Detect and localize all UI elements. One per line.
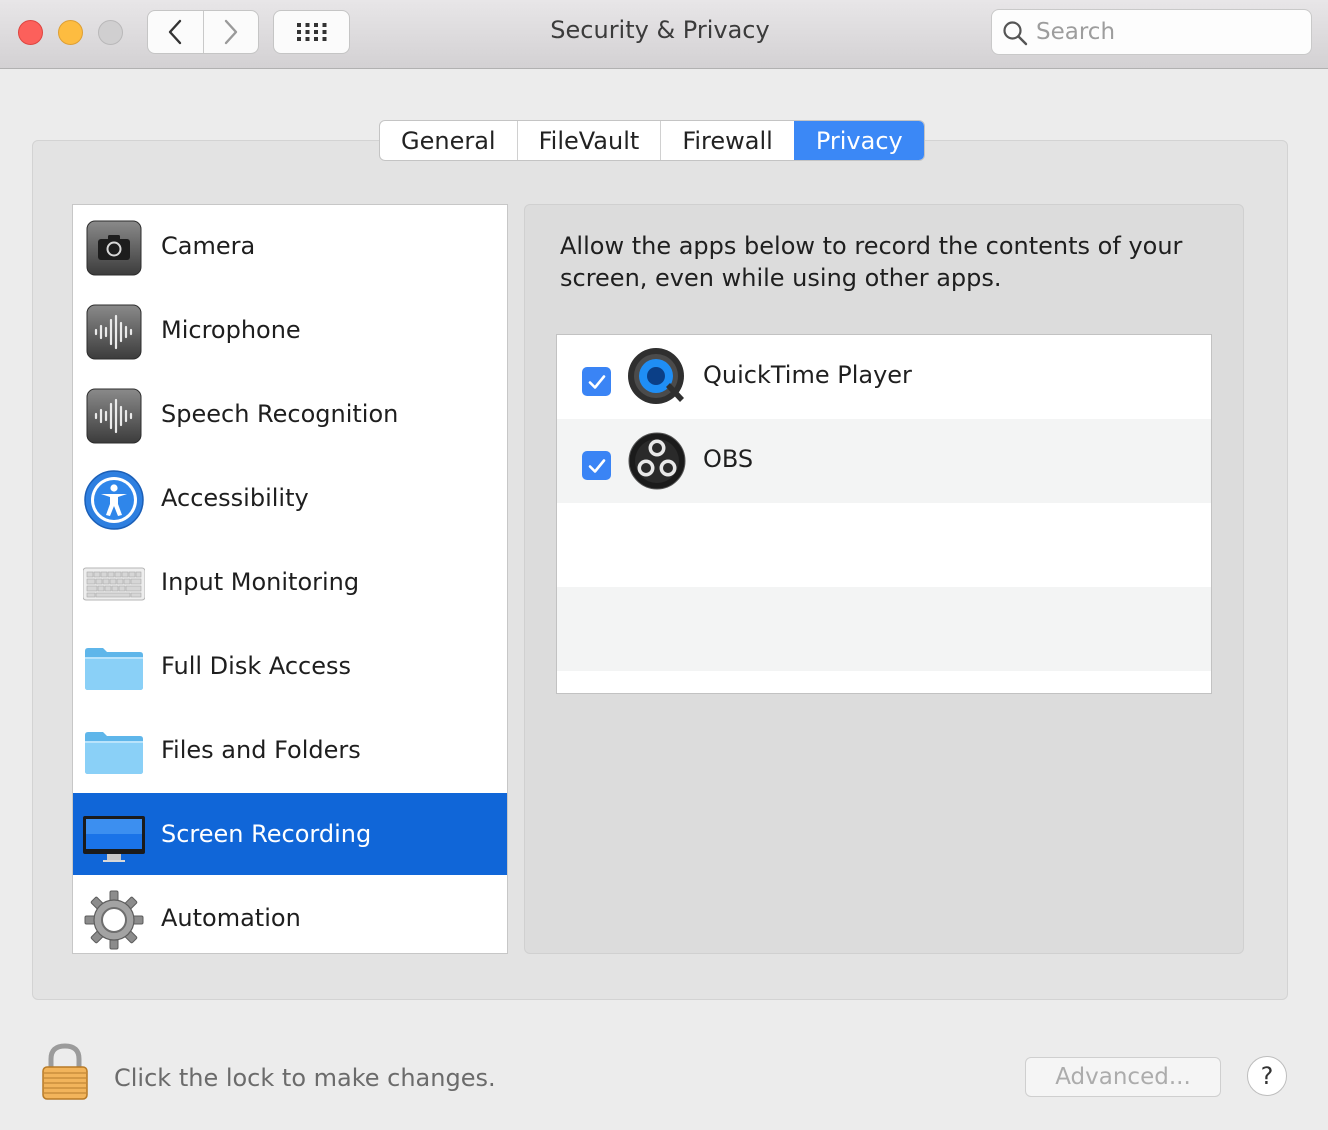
sidebar-item-camera[interactable]: Camera xyxy=(73,205,507,287)
search-input[interactable] xyxy=(1036,16,1296,48)
speech-recognition-icon xyxy=(86,388,142,444)
tab-general[interactable]: General xyxy=(380,121,517,160)
quicktime-icon xyxy=(628,348,684,404)
gear-icon xyxy=(84,890,144,950)
show-all-button[interactable] xyxy=(273,10,350,54)
screen-recording-description: Allow the apps below to record the conte… xyxy=(560,232,1183,292)
app-name: OBS xyxy=(703,445,754,473)
sidebar-item-speech-recognition[interactable]: Speech Recognition xyxy=(73,373,507,455)
sidebar-item-label: Screen Recording xyxy=(161,820,372,848)
obs-checkbox[interactable] xyxy=(582,451,611,480)
search-icon xyxy=(1003,21,1028,46)
sidebar-item-accessibility[interactable]: Accessibility xyxy=(73,457,507,539)
accessibility-icon xyxy=(84,470,144,530)
window-title: Security & Privacy xyxy=(550,16,770,44)
sidebar-item-files-and-folders[interactable]: Files and Folders xyxy=(73,709,507,791)
empty-row xyxy=(557,503,1211,587)
advanced-button[interactable]: Advanced... xyxy=(1025,1057,1221,1097)
display-icon xyxy=(83,816,145,862)
help-button[interactable]: ? xyxy=(1247,1056,1287,1096)
sidebar-item-label: Accessibility xyxy=(161,484,309,512)
sidebar-item-label: Microphone xyxy=(161,316,301,344)
folder-icon xyxy=(85,732,143,774)
sidebar-item-label: Files and Folders xyxy=(161,736,361,764)
camera-icon xyxy=(86,220,142,276)
checkmark-icon xyxy=(588,374,605,389)
sidebar-item-full-disk-access[interactable]: Full Disk Access xyxy=(73,625,507,707)
navigation-buttons xyxy=(147,10,259,54)
back-button[interactable] xyxy=(148,11,203,53)
close-button[interactable] xyxy=(18,20,43,45)
empty-row xyxy=(557,587,1211,671)
sidebar-item-screen-recording[interactable]: Screen Recording xyxy=(73,793,507,875)
chevron-right-icon xyxy=(224,19,237,45)
chevron-left-icon xyxy=(169,19,182,45)
sidebar-item-label: Full Disk Access xyxy=(161,652,352,680)
sidebar-item-label: Camera xyxy=(161,232,256,260)
checkmark-icon xyxy=(588,458,605,473)
sidebar-item-microphone[interactable]: Microphone xyxy=(73,289,507,371)
app-row-obs: OBS xyxy=(557,419,1211,503)
sidebar-item-automation[interactable]: Automation xyxy=(73,877,507,953)
tab-firewall[interactable]: Firewall xyxy=(660,121,794,160)
obs-icon xyxy=(628,432,686,490)
folder-icon xyxy=(85,648,143,690)
sidebar-item-input-monitoring[interactable]: Input Monitoring xyxy=(73,541,507,623)
minimize-button[interactable] xyxy=(58,20,83,45)
app-row-quicktime-player: QuickTime Player xyxy=(557,335,1211,419)
sidebar-item-label: Speech Recognition xyxy=(161,400,399,428)
app-list: QuickTime Player OBS xyxy=(556,334,1212,694)
keyboard-icon xyxy=(83,567,145,601)
title-bar: Security & Privacy xyxy=(0,0,1328,69)
zoom-button[interactable] xyxy=(98,20,123,45)
lock-icon[interactable] xyxy=(40,1043,90,1101)
search-field[interactable] xyxy=(991,9,1312,55)
privacy-category-list: Camera Microphone Speech Recognition Acc… xyxy=(72,204,508,954)
microphone-icon xyxy=(86,304,142,360)
lock-status-text: Click the lock to make changes. xyxy=(114,1064,496,1092)
tab-filevault[interactable]: FileVault xyxy=(516,121,661,160)
sidebar-item-label: Input Monitoring xyxy=(161,568,360,596)
grid-icon xyxy=(296,23,326,41)
forward-button[interactable] xyxy=(202,11,259,53)
quicktime-player-checkbox[interactable] xyxy=(582,367,611,396)
sidebar-item-label: Automation xyxy=(161,904,301,932)
tab-privacy[interactable]: Privacy xyxy=(793,121,924,160)
tab-bar: General FileVault Firewall Privacy xyxy=(379,120,925,161)
app-name: QuickTime Player xyxy=(703,361,912,389)
